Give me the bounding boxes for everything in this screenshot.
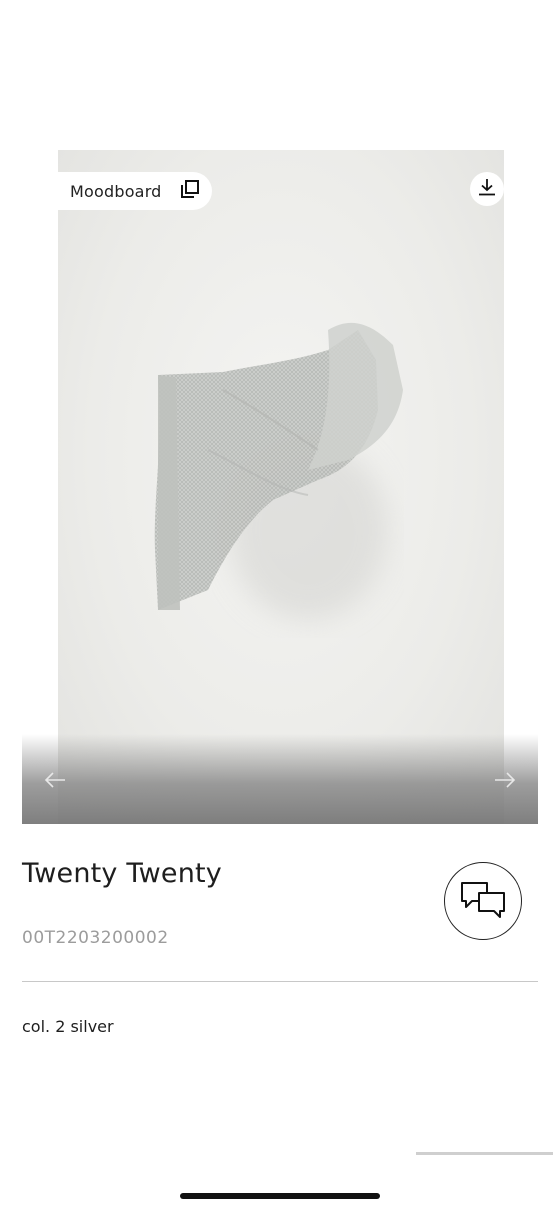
product-code: 00T2203200002: [22, 928, 169, 948]
home-indicator[interactable]: [180, 1193, 380, 1199]
download-button[interactable]: [470, 172, 504, 206]
layers-icon: [180, 179, 200, 203]
moodboard-button[interactable]: Moodboard: [58, 172, 212, 210]
horizontal-scroll-indicator: [416, 1152, 553, 1155]
product-photo: [58, 150, 504, 824]
image-gallery[interactable]: Moodboard: [22, 150, 538, 824]
product-title: Twenty Twenty: [22, 858, 222, 889]
chat-bubbles-icon: [459, 879, 507, 923]
divider: [22, 981, 538, 982]
product-color: col. 2 silver: [22, 1017, 114, 1036]
arrow-left-icon: [43, 771, 67, 793]
previous-image-button[interactable]: [40, 770, 70, 794]
next-image-button[interactable]: [490, 770, 520, 794]
download-icon: [477, 177, 497, 201]
arrow-right-icon: [493, 771, 517, 793]
moodboard-label: Moodboard: [70, 181, 162, 201]
chat-button[interactable]: [444, 862, 522, 940]
gallery-bottom-fade: [22, 734, 538, 824]
